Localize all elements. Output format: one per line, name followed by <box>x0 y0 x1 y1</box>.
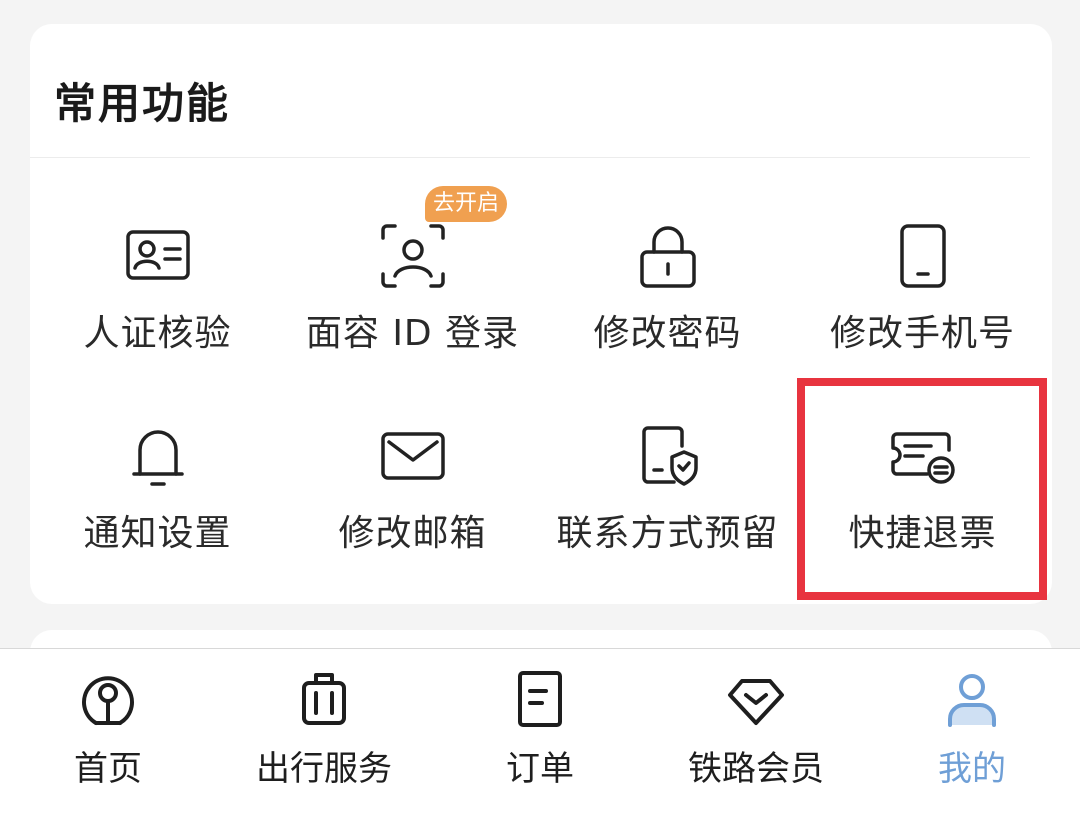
function-change-phone[interactable]: 修改手机号 <box>795 220 1050 400</box>
luggage-icon <box>292 667 356 731</box>
function-label: 通知设置 <box>83 513 232 554</box>
function-label: 联系方式预留 <box>556 513 779 554</box>
function-label: 修改手机号 <box>829 313 1015 354</box>
function-contact-reserve[interactable]: 联系方式预留 <box>540 420 795 600</box>
bell-icon <box>122 420 194 492</box>
phone-icon <box>887 220 959 292</box>
tab-label: 订单 <box>506 749 574 789</box>
function-face-id-login[interactable]: 去开启 面容 ID 登录 <box>285 186 540 400</box>
function-change-email[interactable]: 修改邮箱 <box>285 420 540 600</box>
id-card-icon <box>122 220 194 292</box>
function-label: 修改邮箱 <box>338 513 487 554</box>
shield-doc-icon <box>632 420 704 492</box>
function-change-password[interactable]: 修改密码 <box>540 220 795 400</box>
order-doc-icon <box>508 667 572 731</box>
lock-icon <box>632 220 704 292</box>
railway-logo-icon <box>76 667 140 731</box>
function-label: 面容 ID 登录 <box>305 313 520 354</box>
function-label: 人证核验 <box>83 313 232 354</box>
function-label: 修改密码 <box>593 313 742 354</box>
tab-home[interactable]: 首页 <box>0 649 216 835</box>
function-notification-settings[interactable]: 通知设置 <box>30 420 285 600</box>
function-id-verify[interactable]: 人证核验 <box>30 220 285 400</box>
enable-badge[interactable]: 去开启 <box>425 186 508 222</box>
face-id-icon <box>377 220 449 292</box>
tab-orders[interactable]: 订单 <box>432 649 648 835</box>
tab-label: 铁路会员 <box>688 749 824 789</box>
tab-mine[interactable]: 我的 <box>864 649 1080 835</box>
highlight-box <box>797 378 1047 600</box>
mail-icon <box>377 420 449 492</box>
tab-railway-membership[interactable]: 铁路会员 <box>648 649 864 835</box>
bottom-tab-bar: 首页 出行服务 订单 铁路会员 我的 <box>0 648 1080 835</box>
tab-label: 我的 <box>938 749 1006 789</box>
person-icon <box>940 667 1004 731</box>
tab-travel-services[interactable]: 出行服务 <box>216 649 432 835</box>
diamond-icon <box>724 667 788 731</box>
tab-label: 首页 <box>74 749 142 789</box>
tab-label: 出行服务 <box>256 749 392 789</box>
